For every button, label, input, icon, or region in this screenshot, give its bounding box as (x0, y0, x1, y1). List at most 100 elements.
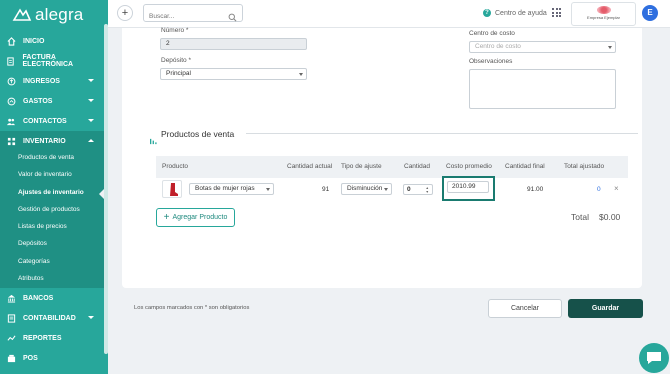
inventory-icon (6, 136, 16, 146)
sidebar-item-contabilidad[interactable]: CONTABILIDAD (0, 308, 104, 328)
list-icon (150, 132, 157, 150)
cancel-button[interactable]: Cancelar (488, 299, 562, 318)
save-button[interactable]: Guardar (568, 299, 643, 318)
pos-icon (6, 353, 16, 363)
chat-icon (647, 352, 661, 364)
total-adjusted: 0 (597, 186, 601, 193)
user-avatar[interactable]: E (642, 5, 658, 21)
chevron-down-icon (88, 79, 94, 82)
help-center-link[interactable]: ? Centro de ayuda (483, 9, 547, 17)
sidebar-item-label: POS (23, 354, 38, 362)
submenu-depositos[interactable]: Depósitos (18, 240, 47, 247)
quantity-stepper[interactable]: 0 ▲ ▼ (403, 184, 433, 195)
app-logo[interactable]: alegra (0, 0, 108, 30)
invoice-icon (6, 56, 16, 66)
col-cantidad: Cantidad (404, 163, 431, 170)
bank-icon (6, 293, 16, 303)
sidebar-item-label: REPORTES (23, 334, 62, 342)
total-label: Total (571, 212, 589, 222)
avg-cost-input[interactable]: 2010.99 (447, 181, 489, 193)
submenu-listas-de-precios[interactable]: Listas de precios (18, 223, 67, 230)
col-producto: Producto (162, 163, 189, 170)
centro-costo-label: Centro de costo (469, 30, 515, 37)
sidebar-item-inicio[interactable]: INICIO (0, 31, 104, 51)
col-costo-promedio: Costo promedio (446, 163, 492, 170)
product-value: Botas de mujer rojas (195, 185, 255, 192)
sidebar-item-label: BANCOS (23, 294, 54, 302)
col-tipo-ajuste: Tipo de ajuste (341, 163, 382, 170)
avg-cost-highlight: 2010.99 (442, 176, 495, 201)
chevron-up-icon (88, 139, 94, 142)
col-cantidad-actual: Cantidad actual (287, 163, 333, 170)
sidebar: alegra INICIO FACTURA ELECTRÓNICA INGRES… (0, 0, 108, 374)
accounting-icon (6, 313, 16, 323)
chevron-down-icon (266, 188, 270, 191)
sidebar-item-reportes[interactable]: REPORTES (0, 328, 104, 348)
help-icon: ? (483, 9, 491, 17)
submenu-gestion-de-productos[interactable]: Gestión de productos (18, 206, 80, 213)
col-total-ajustado: Total ajustado (564, 163, 605, 170)
submenu-categorias[interactable]: Categorías (18, 258, 50, 265)
sidebar-item-pos[interactable]: POS (0, 348, 104, 368)
topbar: + ? Centro de ayuda Empresa Ejemplar E (108, 0, 670, 28)
sidebar-item-gastos[interactable]: GASTOS (0, 91, 104, 111)
active-item-pointer (99, 189, 104, 199)
inventory-submenu: Productos de venta Valor de inventario A… (0, 150, 104, 288)
section-title: Productos de venta (161, 129, 235, 139)
section-divider (246, 133, 638, 134)
numero-label: Número * (161, 27, 189, 34)
col-cantidad-final: Cantidad final (505, 163, 545, 170)
centro-costo-select[interactable]: Centro de costo (469, 41, 616, 53)
company-logo (596, 6, 611, 14)
submenu-valor-de-inventario[interactable]: Valor de inventario (18, 171, 72, 178)
sidebar-item-inventario[interactable]: INVENTARIO (0, 131, 104, 151)
observaciones-textarea[interactable] (469, 69, 616, 109)
sidebar-item-label: INGRESOS (23, 77, 60, 85)
help-label: Centro de ayuda (495, 9, 547, 17)
deposito-value: Principal (166, 70, 191, 77)
sidebar-item-label: INVENTARIO (23, 137, 66, 145)
boot-icon (170, 183, 178, 196)
chat-button[interactable] (639, 343, 669, 373)
quick-add-button[interactable]: + (117, 5, 133, 21)
adjust-type-select[interactable]: Disminución (341, 183, 392, 195)
adjust-type-value: Disminución (347, 185, 383, 192)
company-name: Empresa Ejemplar (587, 15, 620, 20)
sidebar-item-label: CONTACTOS (23, 117, 67, 125)
deposito-select[interactable]: Principal (160, 68, 307, 80)
sidebar-item-bancos[interactable]: BANCOS (0, 288, 104, 308)
sidebar-item-label: INICIO (23, 37, 45, 45)
submenu-ajustes-de-inventario[interactable]: Ajustes de inventario (18, 189, 84, 196)
chevron-down-icon (88, 99, 94, 102)
remove-row-icon[interactable]: × (614, 184, 619, 193)
search-icon[interactable] (228, 9, 237, 27)
product-select[interactable]: Botas de mujer rojas (189, 183, 274, 195)
company-selector[interactable]: Empresa Ejemplar (571, 2, 636, 26)
required-fields-note: Los campos marcados con * son obligatori… (134, 305, 250, 311)
sidebar-item-contactos[interactable]: CONTACTOS (0, 111, 104, 131)
submenu-atributos[interactable]: Atributos (18, 275, 44, 282)
chevron-down-icon (384, 188, 388, 191)
search-input[interactable] (144, 8, 224, 25)
submenu-productos-de-venta[interactable]: Productos de venta (18, 154, 74, 161)
table-header (156, 156, 628, 178)
numero-field: 2 (160, 38, 307, 50)
total-value: $0.00 (599, 212, 621, 222)
quantity-value: 0 (407, 186, 411, 193)
centro-costo-placeholder: Centro de costo (475, 43, 521, 50)
add-product-button[interactable]: + Agregar Producto (156, 208, 235, 227)
income-icon (6, 76, 16, 86)
sidebar-item-label: FACTURA ELECTRÓNICA (22, 54, 74, 68)
contacts-icon (6, 116, 16, 126)
plus-icon: + (163, 212, 170, 223)
stepper-arrows-icon[interactable]: ▲ ▼ (426, 186, 429, 194)
apps-grid-icon[interactable] (552, 8, 561, 17)
sidebar-scrollbar[interactable] (104, 24, 108, 354)
current-qty: 91 (322, 186, 330, 193)
sidebar-item-ingresos[interactable]: INGRESOS (0, 71, 104, 91)
expenses-icon (6, 96, 16, 106)
sidebar-item-factura[interactable]: FACTURA ELECTRÓNICA (0, 51, 104, 71)
chevron-down-icon (608, 46, 612, 49)
final-qty: 91.00 (527, 186, 544, 193)
search-box[interactable] (143, 4, 243, 25)
